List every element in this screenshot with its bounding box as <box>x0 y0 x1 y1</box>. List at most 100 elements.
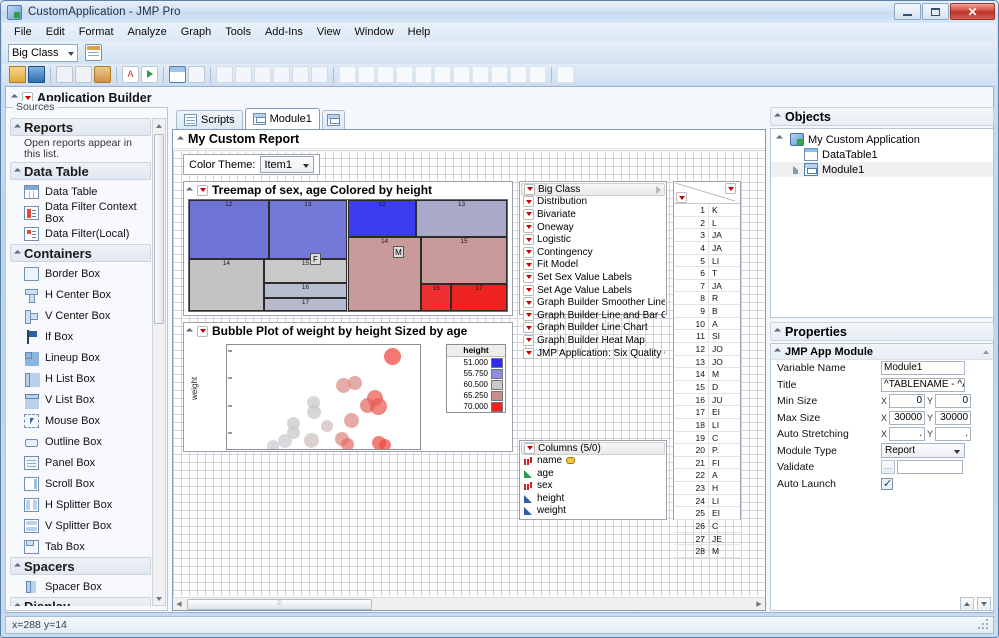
red-triangle-menu-icon[interactable] <box>725 183 736 194</box>
bubble-point[interactable] <box>370 398 387 415</box>
red-triangle-menu-icon[interactable] <box>524 184 535 195</box>
source-item-lineup-box[interactable]: Lineup Box <box>10 347 151 368</box>
disclosure-triangle-icon[interactable] <box>774 113 781 120</box>
resize-grip-icon[interactable] <box>977 618 990 631</box>
source-item-v-list-box[interactable]: V List Box <box>10 389 151 410</box>
red-triangle-menu-icon[interactable] <box>523 335 534 346</box>
scroll-left-button[interactable]: ◀ <box>173 600 185 608</box>
property-x-input[interactable]: . <box>889 427 925 441</box>
table-row[interactable]: 20P. <box>674 444 740 457</box>
new-data-table-icon[interactable] <box>85 44 102 61</box>
scroll-down-button[interactable] <box>153 592 165 605</box>
red-triangle-menu-icon[interactable] <box>523 196 534 207</box>
menu-edit[interactable]: Edit <box>39 24 72 40</box>
red-triangle-menu-icon[interactable] <box>523 222 534 233</box>
disclosure-triangle-icon[interactable] <box>14 562 21 569</box>
menu-file[interactable]: File <box>7 24 39 40</box>
red-triangle-menu-icon[interactable] <box>523 285 534 296</box>
table-row[interactable]: 14M <box>674 368 740 381</box>
source-item-scroll-box[interactable]: Scroll Box <box>10 473 151 494</box>
source-item-h-center-box[interactable]: H Center Box <box>10 284 151 305</box>
scroll-right-button[interactable]: ▶ <box>753 600 765 608</box>
module-list-icon[interactable] <box>188 66 205 83</box>
script-item[interactable]: Oneway <box>521 221 665 234</box>
table-row[interactable]: 4JA <box>674 242 740 255</box>
data-table-selector[interactable]: Big Class <box>8 44 78 62</box>
source-item-v-center-box[interactable]: V Center Box <box>10 305 151 326</box>
disclosure-triangle-icon[interactable] <box>14 249 21 256</box>
export-pdf-icon[interactable]: A <box>122 66 139 83</box>
module-view-icon[interactable] <box>169 66 186 83</box>
refresh-icon[interactable] <box>557 66 574 83</box>
sources-scrollbar[interactable] <box>152 118 166 606</box>
bubble-point[interactable] <box>267 440 279 450</box>
source-item-mouse-box[interactable]: Mouse Box <box>10 410 151 431</box>
sources-group-reports[interactable]: Reports <box>10 118 151 136</box>
menu-window[interactable]: Window <box>348 24 401 40</box>
treemap-cell[interactable]: 13 <box>416 200 507 237</box>
table-row[interactable]: 6T <box>674 267 740 280</box>
align-center-icon[interactable] <box>235 66 252 83</box>
treemap-block[interactable]: Treemap of sex, age Colored by height 12… <box>183 181 513 316</box>
property-text-input[interactable]: Module1 <box>881 361 965 375</box>
property-y-input[interactable]: 30000 <box>935 411 971 425</box>
bubble-plot-block[interactable]: Bubble Plot of weight by height Sized by… <box>183 322 513 452</box>
menu-help[interactable]: Help <box>401 24 438 40</box>
script-item[interactable]: Graph Builder Smoother Line <box>521 296 665 309</box>
column-note-icon[interactable] <box>566 457 575 464</box>
column-item[interactable]: sex <box>521 480 665 493</box>
bubble-plot-canvas[interactable]: 180160140120 <box>226 344 421 450</box>
menu-format[interactable]: Format <box>72 24 121 40</box>
ungroup-icon[interactable] <box>491 66 508 83</box>
treemap-cell[interactable]: 14 <box>189 259 264 311</box>
tree-twisty-icon[interactable] <box>777 135 786 144</box>
source-item-data-filter-local[interactable]: Data Filter(Local) <box>10 223 151 244</box>
space-v-icon[interactable] <box>453 66 470 83</box>
script-item[interactable]: Graph Builder Line and Bar Charts <box>521 309 665 322</box>
table-row[interactable]: 8R <box>674 292 740 305</box>
bubble-point[interactable] <box>348 376 362 390</box>
tree-twisty-icon[interactable] <box>791 165 800 174</box>
disclosure-triangle-icon[interactable] <box>14 167 21 174</box>
scripts-list-panel[interactable]: Big ClassDistributionBivariateOnewayLogi… <box>519 181 667 315</box>
bubble-point[interactable] <box>304 433 319 448</box>
disclosure-triangle-icon[interactable] <box>774 328 781 335</box>
table-row[interactable]: 21FI <box>674 457 740 470</box>
bubble-point[interactable] <box>278 434 292 448</box>
table-row[interactable]: 19C <box>674 432 740 445</box>
bubble-point[interactable] <box>344 413 359 428</box>
red-triangle-menu-icon[interactable] <box>523 247 534 258</box>
source-item-data-filter-context-box[interactable]: Data Filter Context Box <box>10 202 151 223</box>
menu-view[interactable]: View <box>310 24 348 40</box>
source-item-h-splitter-box[interactable]: H Splitter Box <box>10 494 151 515</box>
color-theme-combo[interactable]: Item1 <box>260 156 314 173</box>
table-row[interactable]: 27JE <box>674 533 740 546</box>
color-theme-control[interactable]: Color Theme: Item1 <box>183 154 320 175</box>
size-match-width-icon[interactable] <box>377 66 394 83</box>
red-triangle-menu-icon[interactable] <box>197 185 208 196</box>
disclosure-triangle-icon[interactable] <box>177 135 184 142</box>
source-item-data-table[interactable]: Data Table <box>10 181 151 202</box>
move-up-button[interactable] <box>960 597 974 611</box>
table-row[interactable]: 5LI <box>674 255 740 268</box>
table-row[interactable]: 10A <box>674 318 740 331</box>
table-row[interactable]: 11SI <box>674 330 740 343</box>
column-item[interactable]: age <box>521 467 665 480</box>
size-match-height-icon[interactable] <box>396 66 413 83</box>
script-item[interactable]: Graph Builder Heat Map <box>521 334 665 347</box>
property-text-input[interactable] <box>897 460 963 474</box>
expand-arrow-icon[interactable] <box>656 186 661 194</box>
treemap-cell[interactable]: 17 <box>451 284 507 311</box>
disclosure-triangle-icon[interactable] <box>14 123 21 130</box>
source-item-spacer-box[interactable]: Spacer Box <box>10 576 151 597</box>
size-match-both-icon[interactable] <box>415 66 432 83</box>
sources-list[interactable]: Reports Open reports appear in this list… <box>10 118 151 606</box>
table-row[interactable]: 23H <box>674 482 740 495</box>
tab-module1[interactable]: Module1 <box>245 108 320 129</box>
objects-tree[interactable]: My Custom ApplicationDataTable1Module1 <box>770 128 994 318</box>
object-tree-item[interactable]: My Custom Application <box>771 132 993 147</box>
treemap-cell[interactable]: 15 <box>264 259 347 283</box>
align-right-icon[interactable] <box>254 66 271 83</box>
script-item[interactable]: Set Age Value Labels <box>521 284 665 297</box>
design-canvas[interactable]: Color Theme: Item1 Treemap of sex, age C… <box>173 150 765 596</box>
